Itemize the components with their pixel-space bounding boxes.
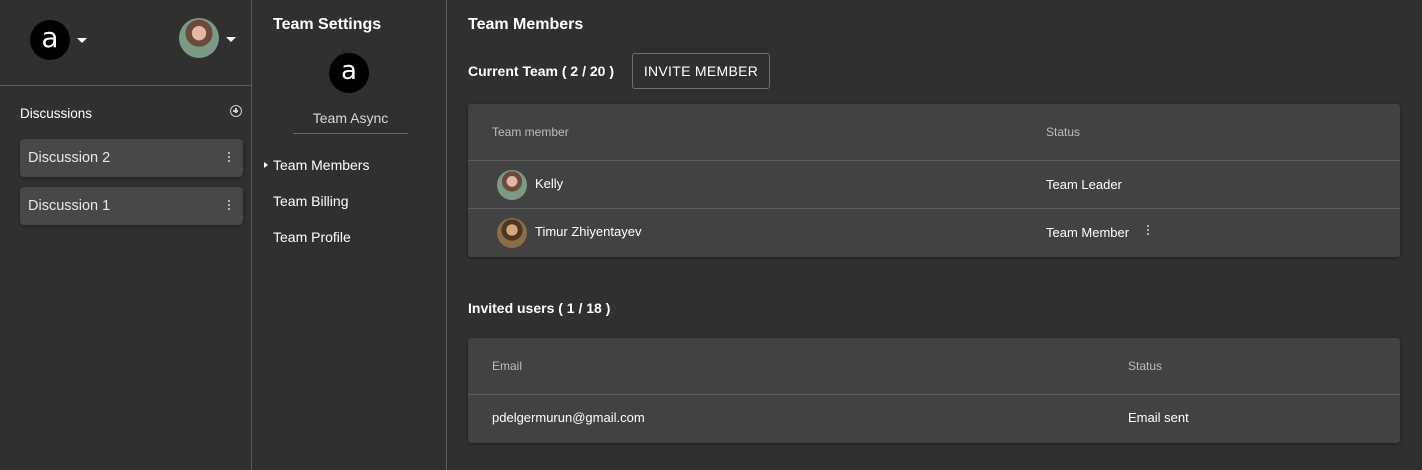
team-name: Team Async: [293, 110, 408, 134]
discussions-header: Discussions: [20, 105, 242, 123]
discussion-item[interactable]: Discussion 1: [20, 187, 243, 225]
invited-table: Email Status pdelgermurun@gmail.com Emai…: [468, 338, 1400, 443]
column-header-status: Status: [1128, 359, 1163, 373]
member-status: Team Leader: [1046, 177, 1122, 192]
more-options-icon[interactable]: [1147, 225, 1150, 236]
team-logo-letter: a: [41, 21, 59, 54]
add-discussion-icon[interactable]: [230, 105, 242, 117]
avatar: [179, 18, 219, 58]
column-header-email: Email: [492, 359, 523, 373]
table-row: Timur Zhiyentayev Team Member: [468, 209, 1400, 257]
invite-status: Email sent: [1128, 410, 1189, 425]
team-avatar-icon: a: [329, 53, 369, 93]
main-content: Team Members Current Team ( 2 / 20 ) INV…: [448, 0, 1422, 470]
invited-email: pdelgermurun@gmail.com: [492, 410, 645, 425]
discussions-title: Discussions: [20, 106, 93, 121]
table-header: Team member Status: [468, 104, 1400, 161]
table-row: pdelgermurun@gmail.com Email sent: [468, 395, 1400, 443]
nav-team-billing[interactable]: Team Billing: [273, 193, 348, 209]
column-header-status: Status: [1046, 125, 1081, 139]
current-team-label: Current Team ( 2 / 20 ): [468, 63, 615, 79]
member-name: Timur Zhiyentayev: [535, 224, 642, 239]
avatar: [497, 218, 527, 248]
team-logo-icon: a: [30, 20, 70, 60]
avatar: [497, 170, 527, 200]
table-row: Kelly Team Leader: [468, 161, 1400, 209]
member-name: Kelly: [535, 176, 564, 191]
invited-users-label: Invited users ( 1 / 18 ): [468, 300, 611, 316]
team-logo-letter: a: [341, 56, 357, 86]
more-options-icon[interactable]: [228, 200, 231, 211]
more-options-icon[interactable]: [228, 152, 231, 163]
chevron-down-icon: [226, 37, 236, 42]
nav-team-members[interactable]: Team Members: [273, 157, 369, 173]
settings-title: Team Settings: [273, 16, 382, 33]
user-menu-button[interactable]: [179, 18, 239, 58]
discussion-label: Discussion 2: [28, 150, 111, 166]
team-settings-panel: Team Settings a Team Async Team Members …: [253, 0, 447, 470]
discussion-item[interactable]: Discussion 2: [20, 139, 243, 177]
nav-team-profile[interactable]: Team Profile: [273, 229, 351, 245]
table-header: Email Status: [468, 338, 1400, 395]
members-table: Team member Status Kelly Team Leader Tim…: [468, 104, 1400, 257]
left-sidebar: a Discussions Discussion 2 Discussion 1: [0, 0, 252, 470]
member-status: Team Member: [1046, 225, 1130, 240]
active-indicator-icon: [264, 162, 268, 168]
sidebar-header: a: [0, 0, 252, 86]
discussion-label: Discussion 1: [28, 198, 111, 214]
invite-member-button[interactable]: INVITE MEMBER: [632, 53, 770, 89]
page-title: Team Members: [468, 16, 584, 33]
team-switcher-button[interactable]: a: [30, 20, 90, 60]
column-header-member: Team member: [492, 125, 569, 139]
chevron-down-icon: [77, 38, 87, 43]
